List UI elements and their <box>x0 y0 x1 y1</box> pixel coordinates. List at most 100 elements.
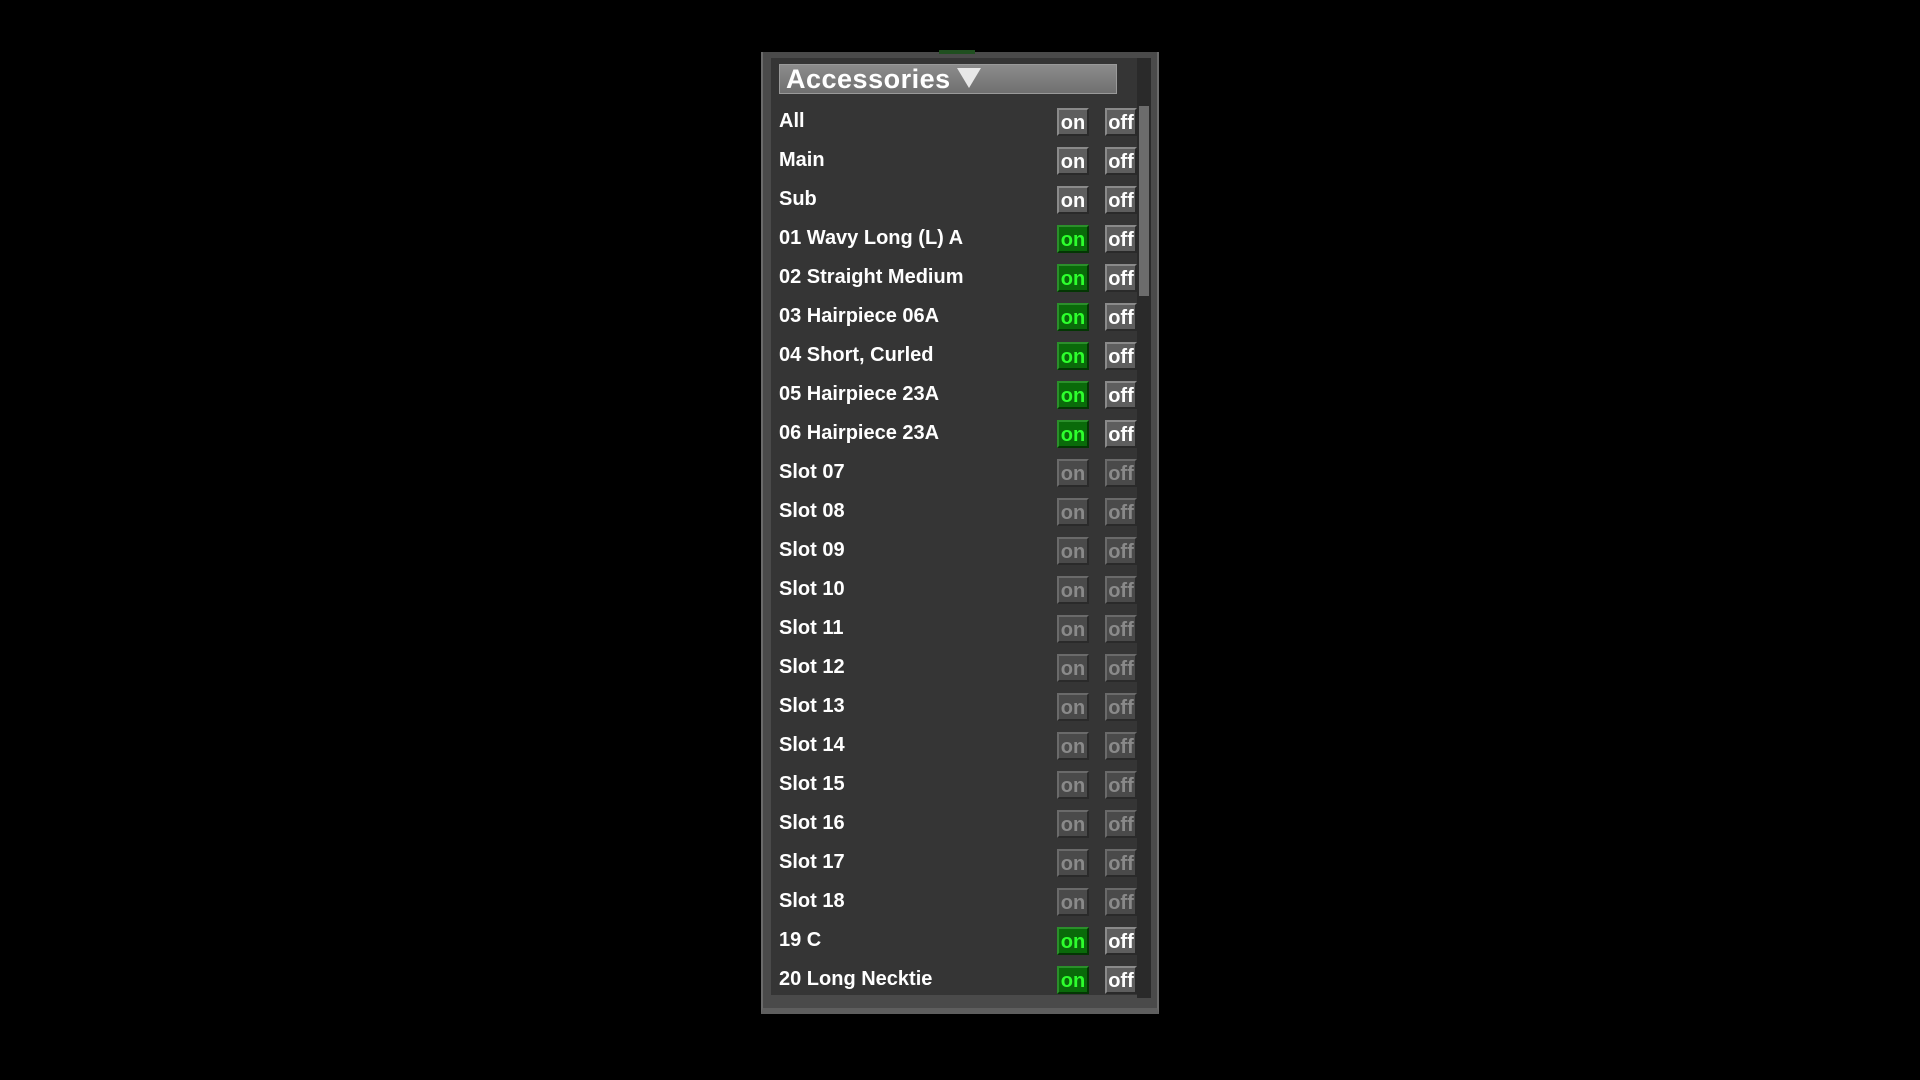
on-button[interactable]: on <box>1057 810 1089 838</box>
off-button[interactable]: off <box>1105 888 1137 916</box>
accessory-row-label: 06 Hairpiece 23A <box>779 422 940 444</box>
accessory-row: 05 Hairpiece 23A on off <box>771 375 1137 414</box>
on-button[interactable]: on <box>1057 498 1089 526</box>
on-button[interactable]: on <box>1057 537 1089 565</box>
accessories-dropdown-header[interactable]: Accessories <box>779 64 1117 94</box>
accessory-row-label: 02 Straight Medium <box>779 266 964 288</box>
off-button[interactable]: off <box>1105 927 1137 955</box>
accessory-row-label: Slot 11 <box>779 617 844 639</box>
off-button[interactable]: off <box>1105 108 1137 136</box>
accessory-row-label: Slot 18 <box>779 890 845 912</box>
accessory-row: Slot 07 on off <box>771 453 1137 492</box>
accessory-row-label: Slot 13 <box>779 695 845 717</box>
accessory-row: Slot 12 on off <box>771 648 1137 687</box>
on-button[interactable]: on <box>1057 342 1089 370</box>
accessory-row: 19 C on off <box>771 921 1137 960</box>
accessory-row: Slot 14 on off <box>771 726 1137 765</box>
accessory-row: 20 Long Necktie on off <box>771 960 1137 995</box>
accessory-row-label: Slot 07 <box>779 461 845 483</box>
off-button[interactable]: off <box>1105 186 1137 214</box>
accessory-row-label: 01 Wavy Long (L) A <box>779 227 964 249</box>
accessory-row: Slot 16 on off <box>771 804 1137 843</box>
off-button[interactable]: off <box>1105 654 1137 682</box>
on-button[interactable]: on <box>1057 966 1089 994</box>
on-button[interactable]: on <box>1057 303 1089 331</box>
off-button[interactable]: off <box>1105 849 1137 877</box>
off-button[interactable]: off <box>1105 420 1137 448</box>
accessory-row: Slot 13 on off <box>771 687 1137 726</box>
on-button[interactable]: on <box>1057 693 1089 721</box>
on-button[interactable]: on <box>1057 264 1089 292</box>
accessory-row-label: All <box>779 110 805 132</box>
accessory-row-label: Slot 12 <box>779 656 845 678</box>
off-button[interactable]: off <box>1105 264 1137 292</box>
accessory-row: Slot 10 on off <box>771 570 1137 609</box>
accessory-row-label: Sub <box>779 188 817 210</box>
off-button[interactable]: off <box>1105 537 1137 565</box>
accessory-row: All on off <box>771 102 1137 141</box>
accessory-row: Slot 09 on off <box>771 531 1137 570</box>
off-button[interactable]: off <box>1105 225 1137 253</box>
accessory-row: 06 Hairpiece 23A on off <box>771 414 1137 453</box>
off-button[interactable]: off <box>1105 693 1137 721</box>
accessories-list-area: Accessories All on off Main on off Sub on off 01 … <box>771 58 1137 995</box>
accessory-row: Slot 15 on off <box>771 765 1137 804</box>
off-button[interactable]: off <box>1105 498 1137 526</box>
on-button[interactable]: on <box>1057 927 1089 955</box>
off-button[interactable]: off <box>1105 615 1137 643</box>
on-button[interactable]: on <box>1057 615 1089 643</box>
accessory-row-label: 19 C <box>779 929 822 951</box>
accessory-row-label: 20 Long Necktie <box>779 968 933 990</box>
accessory-row-label: Slot 08 <box>779 500 845 522</box>
on-button[interactable]: on <box>1057 147 1089 175</box>
on-button[interactable]: on <box>1057 108 1089 136</box>
accessories-panel: Accessories All on off Main on off Sub on off 01 … <box>761 50 1159 1014</box>
accessories-title: Accessories <box>786 63 951 94</box>
accessory-row-label: 05 Hairpiece 23A <box>779 383 940 405</box>
accessory-row-label: 04 Short, Curled <box>779 344 934 366</box>
off-button[interactable]: off <box>1105 810 1137 838</box>
off-button[interactable]: off <box>1105 147 1137 175</box>
accessory-row: 01 Wavy Long (L) A on off <box>771 219 1137 258</box>
on-button[interactable]: on <box>1057 654 1089 682</box>
on-button[interactable]: on <box>1057 225 1089 253</box>
accessory-row-label: Slot 17 <box>779 851 845 873</box>
off-button[interactable]: off <box>1105 966 1137 994</box>
accessory-row: Slot 08 on off <box>771 492 1137 531</box>
on-button[interactable]: on <box>1057 420 1089 448</box>
accessory-row: Slot 11 on off <box>771 609 1137 648</box>
on-button[interactable]: on <box>1057 459 1089 487</box>
off-button[interactable]: off <box>1105 576 1137 604</box>
off-button[interactable]: off <box>1105 459 1137 487</box>
accessory-row-label: 03 Hairpiece 06A <box>779 305 940 327</box>
accessory-row-label: Slot 16 <box>779 812 845 834</box>
on-button[interactable]: on <box>1057 732 1089 760</box>
on-button[interactable]: on <box>1057 849 1089 877</box>
on-button[interactable]: on <box>1057 381 1089 409</box>
triangle-down-icon[interactable] <box>956 68 981 88</box>
accessory-row: 02 Straight Medium on off <box>771 258 1137 297</box>
accessory-row-label: Slot 15 <box>779 773 845 795</box>
accessory-rows: All on off Main on off Sub on off 01 Wavy Long (L… <box>771 102 1137 995</box>
off-button[interactable]: off <box>1105 771 1137 799</box>
accessory-row: Slot 18 on off <box>771 882 1137 921</box>
accessory-row: Sub on off <box>771 180 1137 219</box>
accessory-row: 04 Short, Curled on off <box>771 336 1137 375</box>
accessory-row-label: Slot 14 <box>779 734 845 756</box>
on-button[interactable]: on <box>1057 186 1089 214</box>
off-button[interactable]: off <box>1105 342 1137 370</box>
accessory-row-label: Slot 10 <box>779 578 845 600</box>
off-button[interactable]: off <box>1105 303 1137 331</box>
scrollbar-track[interactable] <box>1137 58 1151 998</box>
off-button[interactable]: off <box>1105 381 1137 409</box>
accessory-row: Slot 17 on off <box>771 843 1137 882</box>
accessory-row-label: Main <box>779 149 825 171</box>
on-button[interactable]: on <box>1057 771 1089 799</box>
accessory-row-label: Slot 09 <box>779 539 845 561</box>
accessory-row: 03 Hairpiece 06A on off <box>771 297 1137 336</box>
off-button[interactable]: off <box>1105 732 1137 760</box>
panel-top-indicator <box>939 50 975 54</box>
on-button[interactable]: on <box>1057 888 1089 916</box>
on-button[interactable]: on <box>1057 576 1089 604</box>
scrollbar-thumb[interactable] <box>1139 106 1149 296</box>
